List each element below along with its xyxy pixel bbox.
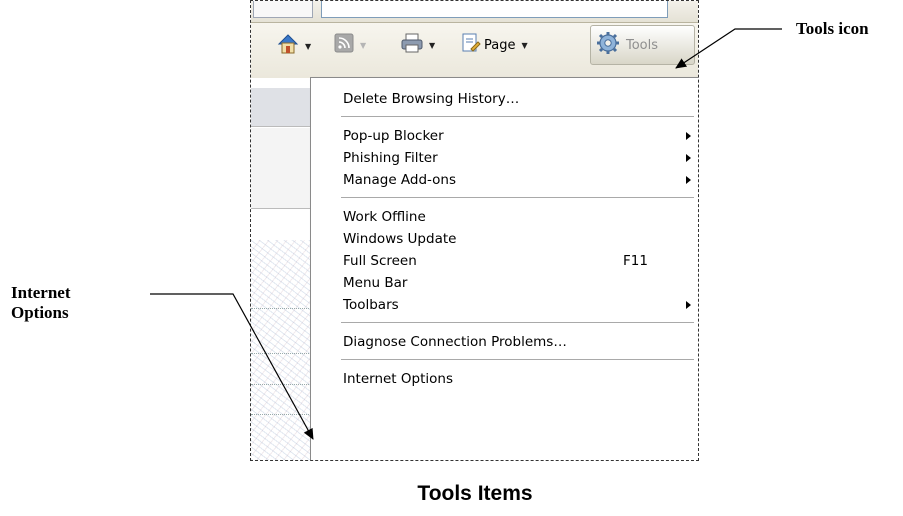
callout-arrows bbox=[150, 28, 782, 440]
tools-icon-leader bbox=[675, 28, 782, 69]
figure-caption: Tools Items bbox=[417, 482, 533, 505]
internet-options-leader bbox=[150, 293, 314, 440]
